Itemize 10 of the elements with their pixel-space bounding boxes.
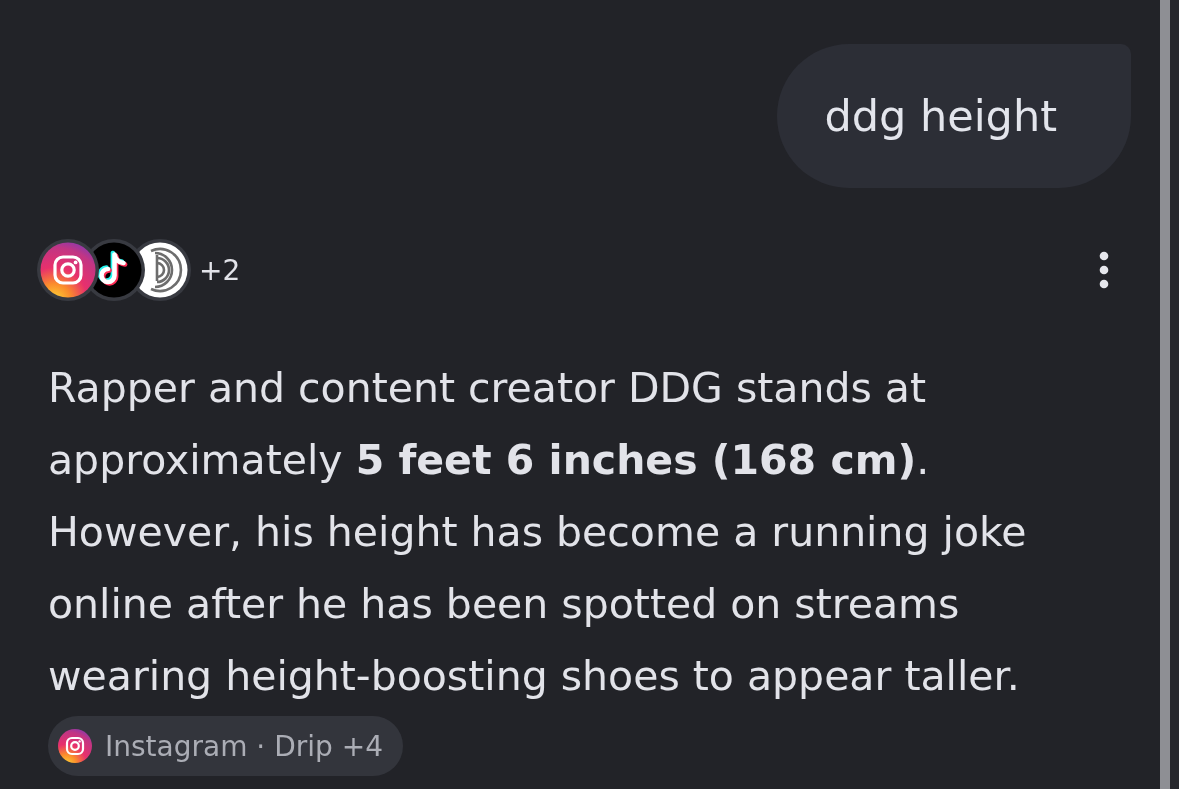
answer-text: Rapper and content creator DDG stands at approximately 5 feet 6 inches (168 cm). However, his height has become a running joke online after he has been spotted on streams wearing height-boosting shoes to appear taller. — [48, 363, 1028, 702]
sources-button[interactable]: +2 — [37, 239, 241, 301]
source-chip[interactable]: Instagram · Drip +4 — [48, 716, 403, 776]
query-text: ddg height — [824, 91, 1057, 141]
camera-logo-icon — [58, 729, 92, 763]
striped-disc-logo-icon — [137, 239, 191, 301]
scrollbar-thumb[interactable] — [1160, 0, 1170, 789]
kebab-menu-icon — [1099, 251, 1109, 289]
music-note-logo-icon — [91, 239, 145, 301]
camera-logo-icon — [37, 239, 99, 301]
